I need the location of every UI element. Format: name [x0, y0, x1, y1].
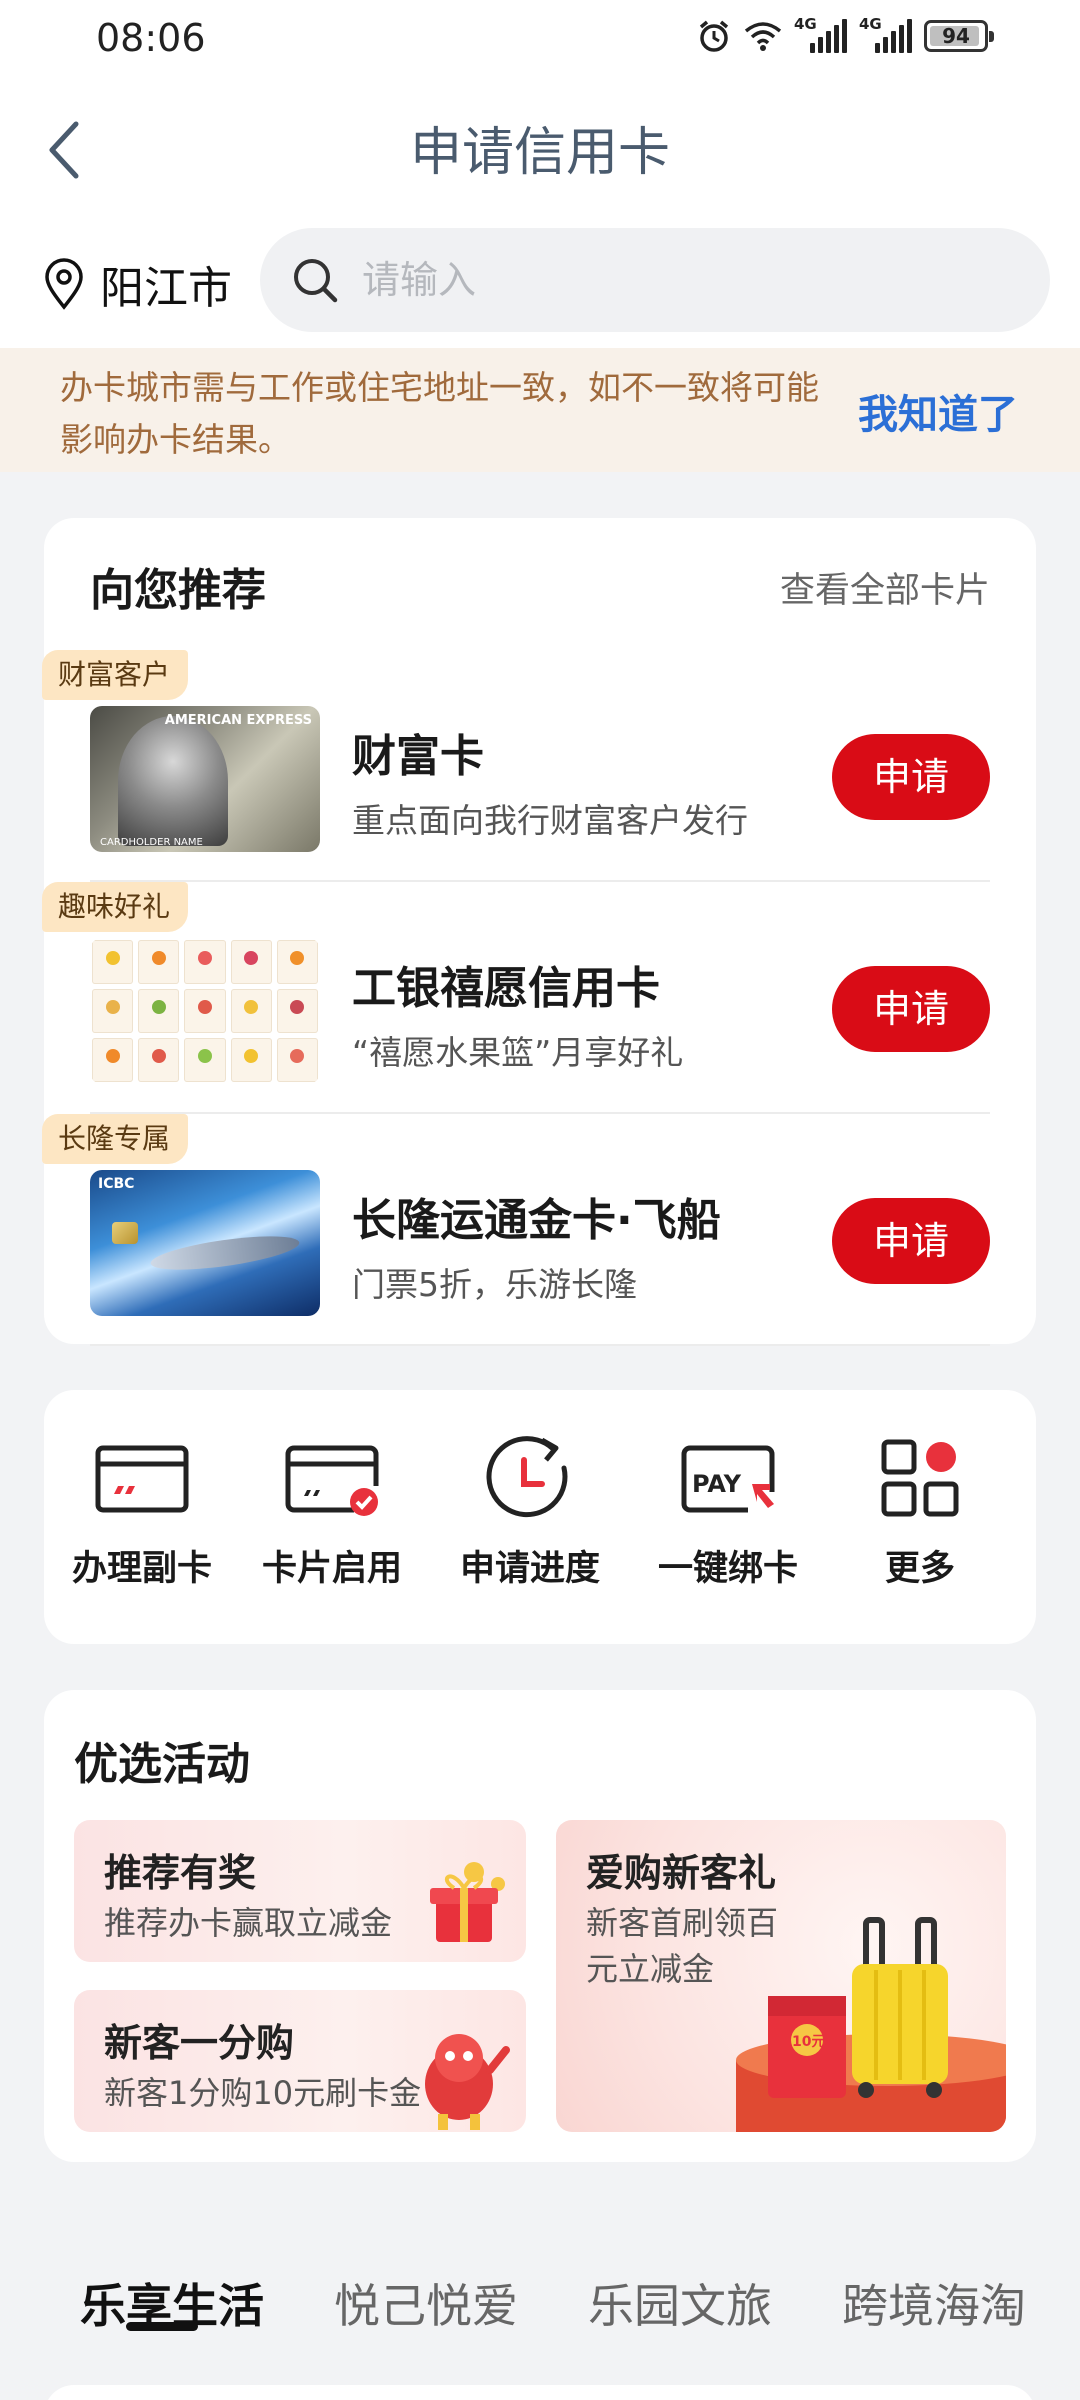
product-name: 工银禧愿信用卡 [352, 963, 660, 1014]
activity-title: 新客一分购 [104, 2021, 295, 2065]
spaceship-art [148, 1229, 302, 1277]
notice-text: 办卡城市需与工作或住宅地址一致，如不一致将可能影响办卡结果。 [60, 368, 819, 459]
quick-action-bind-card[interactable]: PAY 一键绑卡 [638, 1434, 818, 1591]
activities-section: 优选活动 推荐有奖 推荐办卡赢取立减金 新客一分购 新客1分购10元刷卡金 爱购… [44, 1690, 1036, 2162]
search-row: 阳江市 [0, 220, 1080, 348]
product-tag: 财富客户 [42, 650, 189, 700]
status-icons: 4G 4G 94 [696, 15, 994, 54]
city-name: 阳江市 [100, 263, 232, 314]
search-box[interactable] [260, 228, 1050, 332]
icbc-logo: ICBC [98, 1176, 135, 1192]
svg-text:10元: 10元 [792, 2034, 825, 2050]
section-title: 向您推荐 [90, 565, 266, 616]
signal-icon: 4G [794, 15, 847, 53]
apply-button[interactable]: 申请 [832, 734, 990, 820]
luggage-gift-icon: 10元 [736, 1917, 1006, 2132]
quick-action-label: 申请进度 [459, 1549, 600, 1589]
status-bar: 08:06 4G 4G 94 [0, 0, 1080, 80]
active-tab-indicator [126, 2322, 198, 2331]
quick-action-label: 一键绑卡 [657, 1549, 798, 1589]
pay-bind-icon: PAY [681, 1445, 775, 1513]
apply-button[interactable]: 申请 [832, 966, 990, 1052]
section-title: 优选活动 [74, 1739, 250, 1790]
activity-shopping-tile[interactable]: 爱购新客礼 新客首刷领百元立减金 10元 [556, 1820, 1006, 2132]
card-chip [112, 1222, 138, 1244]
tab-yueji[interactable]: 悦己悦爱 [334, 2270, 518, 2336]
quick-action-more[interactable]: 更多 [830, 1434, 1010, 1591]
card-activate-icon [285, 1445, 379, 1516]
product-name: 财富卡 [352, 731, 484, 782]
activity-referral-tile[interactable]: 推荐有奖 推荐办卡赢取立减金 [74, 1820, 526, 1962]
recommend-section: 向您推荐 查看全部卡片 财富客户 AMERICAN EXPRESS CARDHO… [42, 518, 1036, 1346]
card-image: AMERICAN EXPRESS CARDHOLDER NAME [90, 706, 320, 852]
cardholder-text: CARDHOLDER NAME [100, 837, 203, 848]
tab-leyuan[interactable]: 乐园文旅 [588, 2270, 772, 2336]
nav-bar: 申请信用卡 [0, 80, 1080, 220]
wifi-icon [744, 22, 782, 51]
signal-icon: 4G [859, 15, 912, 53]
quick-actions: 办理副卡 卡片启用 申请进度 PAY 一键绑卡 更多 [44, 1390, 1036, 1644]
content-card-peek [44, 2385, 1036, 2400]
city-selector[interactable]: 阳江市 [42, 252, 232, 316]
progress-icon [486, 1436, 568, 1518]
activity-new-customer-tile[interactable]: 新客一分购 新客1分购10元刷卡金 [74, 1990, 526, 2132]
gift-box-icon [430, 1862, 505, 1942]
quick-action-label: 办理副卡 [71, 1549, 212, 1589]
card-portrait-art [118, 716, 228, 846]
status-time: 08:06 [96, 16, 206, 60]
view-all-cards-link[interactable]: 查看全部卡片 [780, 562, 990, 613]
alarm-icon [699, 20, 729, 52]
city-notice-banner: 办卡城市需与工作或住宅地址一致，如不一致将可能影响办卡结果。 我知道了 [0, 348, 1080, 472]
tab-kuajing[interactable]: 跨境海淘 [842, 2270, 1026, 2336]
quick-action-progress[interactable]: 申请进度 [440, 1434, 620, 1591]
mascot-icon [425, 2034, 510, 2130]
more-grid-icon [881, 1439, 959, 1517]
product-desc: 门票5折，乐游长隆 [352, 1265, 637, 1304]
card-product-item[interactable]: 趣味好礼 工银禧愿信用卡 “禧愿水果篮”月享好礼 申请 [42, 882, 1036, 1114]
activity-desc: 推荐办卡赢取立减金 [104, 1904, 393, 1942]
activity-desc: 新客1分购10元刷卡金 [104, 2074, 422, 2112]
card-image: ICBC [90, 1170, 320, 1316]
activity-title: 推荐有奖 [104, 1851, 257, 1895]
divider [90, 1344, 990, 1346]
dismiss-notice-button[interactable]: 我知道了 [858, 382, 1018, 440]
card-product-item[interactable]: 财富客户 AMERICAN EXPRESS CARDHOLDER NAME 财富… [42, 650, 1036, 882]
battery-icon: 94 [924, 20, 994, 52]
card-icon [95, 1445, 189, 1513]
quick-action-card-activation[interactable]: 卡片启用 [242, 1434, 422, 1591]
quick-action-label: 更多 [884, 1549, 955, 1589]
svg-text:PAY: PAY [692, 1470, 742, 1498]
product-desc: 重点面向我行财富客户发行 [352, 801, 748, 840]
location-pin-icon [45, 258, 83, 310]
page-title: 申请信用卡 [409, 123, 670, 183]
product-tag: 长隆专属 [42, 1114, 189, 1164]
quick-action-secondary-card[interactable]: 办理副卡 [52, 1434, 232, 1591]
apply-button[interactable]: 申请 [832, 1198, 990, 1284]
card-image [90, 938, 320, 1084]
card-product-item[interactable]: 长隆专属 ICBC 长隆运通金卡·飞船 门票5折，乐游长隆 申请 [42, 1114, 1036, 1346]
product-tag: 趣味好礼 [42, 882, 189, 932]
search-input[interactable] [362, 258, 962, 302]
product-name: 长隆运通金卡·飞船 [352, 1195, 721, 1246]
product-desc: “禧愿水果篮”月享好礼 [352, 1033, 684, 1072]
search-icon [294, 259, 338, 303]
activity-title: 爱购新客礼 [586, 1851, 777, 1895]
quick-action-label: 卡片启用 [261, 1549, 402, 1589]
category-tabs: 乐享生活 悦己悦爱 乐园文旅 跨境海淘 [0, 2200, 1080, 2400]
amex-logo: AMERICAN EXPRESS [164, 713, 312, 728]
